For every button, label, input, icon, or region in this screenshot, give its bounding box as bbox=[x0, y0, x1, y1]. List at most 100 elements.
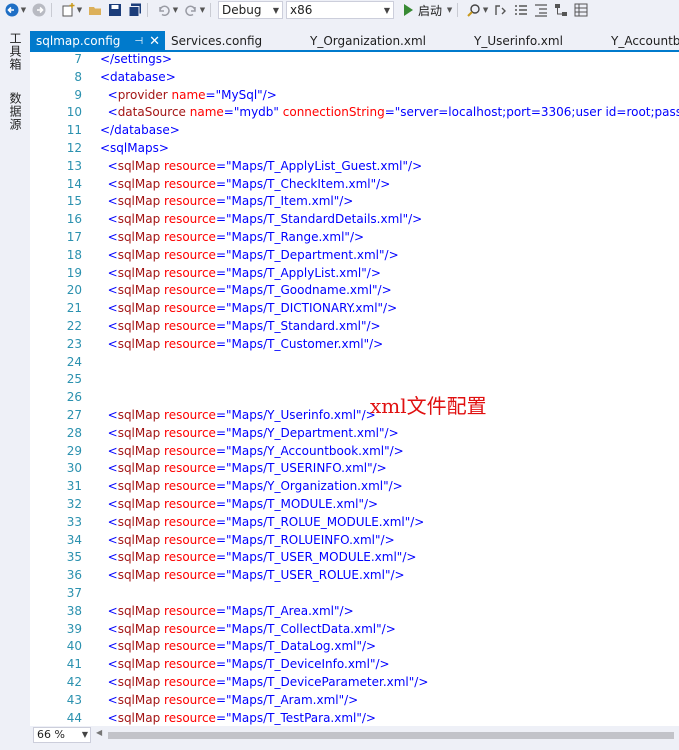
main-toolbar: ▼ ▼ ▼ ▼ Debug ▼ x86 ▼ 启动 ▼ ▼ bbox=[0, 0, 679, 20]
code-line[interactable]: 24 bbox=[30, 353, 679, 371]
configuration-select[interactable]: Debug ▼ bbox=[218, 1, 283, 19]
grid-icon[interactable] bbox=[573, 2, 589, 18]
code-text: <sqlMaps> bbox=[100, 139, 169, 157]
code-line[interactable]: 12 <sqlMaps> bbox=[30, 139, 679, 157]
open-folder-icon[interactable] bbox=[87, 2, 103, 18]
horizontal-scrollbar[interactable]: ◀ bbox=[96, 728, 679, 740]
code-line[interactable]: 27 <sqlMap resource="Maps/Y_Userinfo.xml… bbox=[30, 406, 679, 424]
code-token: resource bbox=[160, 692, 216, 707]
code-token: < bbox=[100, 443, 118, 458]
code-line[interactable]: 32 <sqlMap resource="Maps/T_MODULE.xml"/… bbox=[30, 495, 679, 513]
toolbox-tab[interactable]: 工具箱 bbox=[8, 32, 24, 71]
tab-sqlmap-config[interactable]: sqlmap.config ⊣ ✕ bbox=[30, 31, 165, 51]
code-text: <sqlMap resource="Maps/T_ROLUEINFO.xml"/… bbox=[100, 531, 395, 549]
close-icon[interactable]: ✕ bbox=[149, 34, 160, 49]
undo-icon[interactable] bbox=[156, 2, 172, 18]
code-text: <sqlMap resource="Maps/T_Aram.xml"/> bbox=[100, 691, 359, 709]
code-token: sqlMap bbox=[117, 230, 161, 244]
code-line[interactable]: 38 <sqlMap resource="Maps/T_Area.xml"/> bbox=[30, 602, 679, 620]
code-line[interactable]: 41 <sqlMap resource="Maps/T_DeviceInfo.x… bbox=[30, 655, 679, 673]
step-icon[interactable] bbox=[493, 2, 509, 18]
line-number: 40 bbox=[66, 639, 82, 654]
code-line[interactable]: 26 bbox=[30, 388, 679, 406]
code-token: MySql bbox=[221, 87, 258, 102]
code-line[interactable]: 20 <sqlMap resource="Maps/T_Goodname.xml… bbox=[30, 281, 679, 299]
tab-y-organization[interactable]: Y_Organization.xml bbox=[304, 31, 468, 51]
code-text: <sqlMap resource="Maps/T_DICTIONARY.xml"… bbox=[100, 299, 398, 317]
code-line[interactable]: 14 <sqlMap resource="Maps/T_CheckItem.xm… bbox=[30, 175, 679, 193]
code-line[interactable]: 22 <sqlMap resource="Maps/T_Standard.xml… bbox=[30, 317, 679, 335]
zoom-select[interactable]: 66 % ▼ bbox=[33, 727, 91, 743]
find-icon[interactable] bbox=[466, 2, 482, 18]
new-item-icon[interactable] bbox=[60, 2, 76, 18]
tab-y-userinfo[interactable]: Y_Userinfo.xml bbox=[468, 31, 605, 51]
line-number: 20 bbox=[66, 283, 82, 298]
line-number: 9 bbox=[74, 87, 82, 102]
code-line[interactable]: 36 <sqlMap resource="Maps/T_USER_ROLUE.x… bbox=[30, 566, 679, 584]
tab-services-config[interactable]: Services.config bbox=[165, 31, 304, 51]
datasource-tab[interactable]: 数据源 bbox=[8, 92, 24, 131]
code-line[interactable]: 18 <sqlMap resource="Maps/T_Department.x… bbox=[30, 246, 679, 264]
tab-y-accountbook[interactable]: Y_Accountbo bbox=[605, 31, 679, 51]
hierarchy-icon[interactable] bbox=[553, 2, 569, 18]
save-icon[interactable] bbox=[107, 2, 123, 18]
back-dropdown-icon[interactable]: ▼ bbox=[20, 2, 27, 18]
forward-icon[interactable] bbox=[31, 2, 47, 18]
redo-dropdown-icon[interactable]: ▼ bbox=[199, 2, 206, 18]
save-all-icon[interactable] bbox=[127, 2, 143, 18]
code-line[interactable]: 35 <sqlMap resource="Maps/T_USER_MODULE.… bbox=[30, 548, 679, 566]
code-line[interactable]: 8 <database> bbox=[30, 68, 679, 86]
find-dropdown-icon[interactable]: ▼ bbox=[482, 2, 489, 18]
code-line[interactable]: 42 <sqlMap resource="Maps/T_DeviceParame… bbox=[30, 673, 679, 691]
code-line[interactable]: 30 <sqlMap resource="Maps/T_USERINFO.xml… bbox=[30, 459, 679, 477]
code-line[interactable]: 21 <sqlMap resource="Maps/T_DICTIONARY.x… bbox=[30, 299, 679, 317]
code-line[interactable]: 25 bbox=[30, 370, 679, 388]
code-line[interactable]: 16 <sqlMap resource="Maps/T_StandardDeta… bbox=[30, 210, 679, 228]
code-token: ="Maps/T_Item.xml"/> bbox=[215, 194, 354, 209]
code-token: ="Maps/T_Aram.xml"/> bbox=[215, 692, 359, 707]
code-token: resource bbox=[160, 532, 216, 547]
code-token: resource bbox=[160, 710, 216, 725]
chevron-down-icon: ▼ bbox=[383, 5, 391, 15]
code-line[interactable]: 23 <sqlMap resource="Maps/T_Customer.xml… bbox=[30, 335, 679, 353]
code-token: "/> bbox=[257, 87, 277, 102]
code-line[interactable]: 43 <sqlMap resource="Maps/T_Aram.xml"/> bbox=[30, 691, 679, 709]
code-line[interactable]: 39 <sqlMap resource="Maps/T_CollectData.… bbox=[30, 620, 679, 638]
code-token: sqlMap bbox=[117, 603, 161, 618]
start-dropdown-icon[interactable]: ▼ bbox=[446, 2, 453, 18]
scroll-left-icon[interactable]: ◀ bbox=[96, 728, 102, 737]
line-number: 29 bbox=[66, 443, 82, 458]
code-line[interactable]: 34 <sqlMap resource="Maps/T_ROLUEINFO.xm… bbox=[30, 531, 679, 549]
code-token: resource bbox=[160, 283, 216, 298]
code-line[interactable]: 11 </database> bbox=[30, 121, 679, 139]
code-line[interactable]: 15 <sqlMap resource="Maps/T_Item.xml"/> bbox=[30, 192, 679, 210]
code-line[interactable]: 17 <sqlMap resource="Maps/T_Range.xml"/> bbox=[30, 228, 679, 246]
code-token: =" bbox=[223, 105, 240, 120]
scrollbar-thumb[interactable] bbox=[108, 732, 674, 739]
redo-icon[interactable] bbox=[183, 2, 199, 18]
code-token: resource bbox=[160, 265, 216, 280]
code-line[interactable]: 7 </settings> bbox=[30, 52, 679, 68]
code-line[interactable]: 33 <sqlMap resource="Maps/T_ROLUE_MODULE… bbox=[30, 513, 679, 531]
code-line[interactable]: 29 <sqlMap resource="Maps/Y_Accountbook.… bbox=[30, 442, 679, 460]
pin-icon[interactable]: ⊣ bbox=[134, 36, 143, 47]
code-line[interactable]: 9 <provider name="MySql"/> bbox=[30, 86, 679, 104]
code-line[interactable]: 13 <sqlMap resource="Maps/T_ApplyList_Gu… bbox=[30, 157, 679, 175]
code-line[interactable]: 31 <sqlMap resource="Maps/Y_Organization… bbox=[30, 477, 679, 495]
list-icon[interactable] bbox=[513, 2, 529, 18]
undo-dropdown-icon[interactable]: ▼ bbox=[172, 2, 179, 18]
code-token: resource bbox=[160, 461, 216, 476]
start-button[interactable]: 启动 bbox=[404, 2, 442, 19]
code-token: sqlMap bbox=[117, 497, 161, 511]
code-line[interactable]: 37 bbox=[30, 584, 679, 602]
code-line[interactable]: 44 <sqlMap resource="Maps/T_TestPara.xml… bbox=[30, 709, 679, 726]
indent-icon[interactable] bbox=[533, 2, 549, 18]
platform-select[interactable]: x86 ▼ bbox=[286, 1, 394, 19]
new-item-dropdown-icon[interactable]: ▼ bbox=[76, 2, 83, 18]
back-icon[interactable] bbox=[4, 2, 20, 18]
code-line[interactable]: 28 <sqlMap resource="Maps/Y_Department.x… bbox=[30, 424, 679, 442]
code-line[interactable]: 10 <dataSource name="mydb" connectionStr… bbox=[30, 103, 679, 121]
code-line[interactable]: 40 <sqlMap resource="Maps/T_DataLog.xml"… bbox=[30, 637, 679, 655]
code-line[interactable]: 19 <sqlMap resource="Maps/T_ApplyList.xm… bbox=[30, 264, 679, 282]
code-editor[interactable]: 7 </settings> 8 <database> 9 <provider name=… bbox=[30, 52, 679, 726]
